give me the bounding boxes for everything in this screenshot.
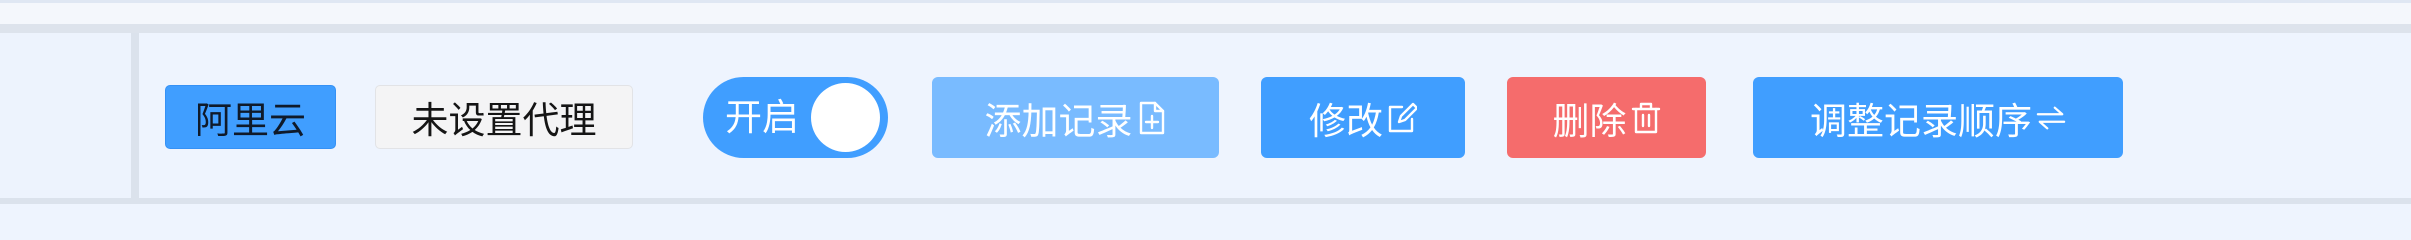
provider-tag: 阿里云: [165, 85, 336, 149]
edit-label: 修改: [1309, 99, 1383, 143]
toolbar: 阿里云 未设置代理 开启 添加记录 修改 删除 调整记录顺序: [0, 33, 2411, 198]
proxy-status-tag: 未设置代理: [375, 85, 633, 149]
enable-switch[interactable]: 开启: [703, 77, 888, 158]
swap-icon: [2036, 100, 2066, 136]
left-gutter: [0, 33, 131, 198]
reorder-label: 调整记录顺序: [1810, 99, 2032, 143]
add-record-label: 添加记录: [984, 99, 1133, 143]
delete-button[interactable]: 删除: [1507, 77, 1706, 158]
horizontal-divider: [0, 24, 2411, 33]
bottom-border: [0, 198, 2411, 204]
edit-button[interactable]: 修改: [1261, 77, 1465, 158]
add-record-button[interactable]: 添加记录: [932, 77, 1219, 158]
vertical-divider: [131, 33, 139, 198]
delete-label: 删除: [1552, 99, 1627, 143]
switch-knob: [811, 83, 880, 152]
reorder-records-button[interactable]: 调整记录顺序: [1753, 77, 2123, 158]
switch-label: 开启: [725, 96, 799, 139]
file-add-icon: [1137, 100, 1167, 136]
top-strip: [0, 3, 2411, 24]
trash-icon: [1631, 100, 1661, 136]
edit-icon: [1387, 100, 1417, 136]
